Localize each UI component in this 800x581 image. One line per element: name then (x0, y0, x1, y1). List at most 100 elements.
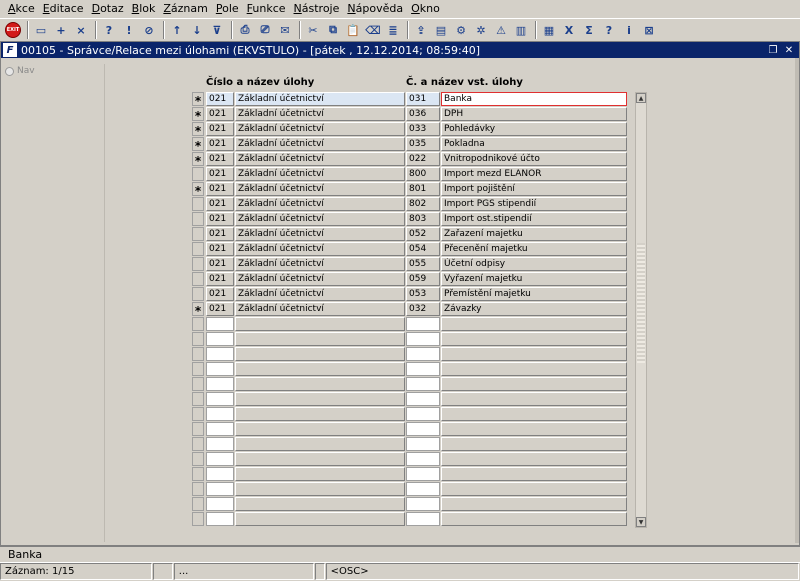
record-indicator[interactable] (192, 257, 204, 271)
record-indicator[interactable] (192, 287, 204, 301)
cell-in-code[interactable]: 055 (406, 257, 440, 271)
cancel-query-button[interactable]: ⊘ (140, 21, 158, 39)
cell-code[interactable]: 021 (206, 197, 234, 211)
cell-code[interactable] (206, 392, 234, 406)
record-indicator[interactable]: * (192, 302, 204, 318)
record-indicator[interactable] (192, 452, 204, 466)
cell-code[interactable] (206, 347, 234, 361)
record-indicator[interactable] (192, 332, 204, 346)
cell-in-name[interactable] (441, 407, 627, 421)
cell-code[interactable] (206, 437, 234, 451)
record-indicator[interactable]: * (192, 107, 204, 123)
cell-code[interactable]: 021 (206, 302, 234, 316)
cell-code[interactable]: 021 (206, 257, 234, 271)
cell-name[interactable]: Základní účetnictví (235, 227, 405, 241)
cell-in-code[interactable]: 800 (406, 167, 440, 181)
cell-in-name[interactable]: Účetní odpisy (441, 257, 627, 271)
cell-in-code[interactable] (406, 317, 440, 331)
close-window-button[interactable]: ⊠ (640, 21, 658, 39)
cell-in-code[interactable] (406, 497, 440, 511)
cell-code[interactable]: 021 (206, 242, 234, 256)
cell-name[interactable] (235, 452, 405, 466)
document-button[interactable]: ▤ (432, 21, 450, 39)
cell-name[interactable]: Základní účetnictví (235, 242, 405, 256)
cell-name[interactable] (235, 332, 405, 346)
cell-name[interactable] (235, 347, 405, 361)
cell-in-code[interactable] (406, 377, 440, 391)
cell-in-code[interactable]: 033 (406, 122, 440, 136)
cell-name[interactable]: Základní účetnictví (235, 272, 405, 286)
cell-in-code[interactable] (406, 512, 440, 526)
cell-code[interactable]: 021 (206, 107, 234, 121)
cut-button[interactable]: ✂ (304, 21, 322, 39)
cell-name[interactable]: Základní účetnictví (235, 92, 405, 106)
cell-name[interactable]: Základní účetnictví (235, 182, 405, 196)
print-preview-button[interactable]: ⎚ (256, 21, 274, 39)
help-button[interactable]: ? (600, 21, 618, 39)
cell-in-name[interactable] (441, 482, 627, 496)
cell-code[interactable] (206, 362, 234, 376)
print-button[interactable]: ⎙ (236, 21, 254, 39)
cell-in-code[interactable]: 802 (406, 197, 440, 211)
cell-in-name[interactable]: DPH (441, 107, 627, 121)
warning-button[interactable]: ⚠ (492, 21, 510, 39)
cell-in-name[interactable]: Zařazení majetku (441, 227, 627, 241)
cell-code[interactable]: 021 (206, 182, 234, 196)
cell-code[interactable] (206, 422, 234, 436)
record-indicator[interactable]: * (192, 122, 204, 138)
cell-in-name[interactable]: Import mezd ELANOR (441, 167, 627, 181)
cell-code[interactable] (206, 377, 234, 391)
insert-record-button[interactable]: + (52, 21, 70, 39)
enter-query-button[interactable]: ? (100, 21, 118, 39)
cell-code[interactable]: 021 (206, 137, 234, 151)
menu-item[interactable]: Funkce (243, 0, 290, 18)
menu-item[interactable]: Dotaz (88, 0, 128, 18)
export-button[interactable]: ⇪ (412, 21, 430, 39)
close-window-button[interactable]: ✕ (783, 44, 795, 56)
record-indicator[interactable] (192, 272, 204, 286)
cell-name[interactable]: Základní účetnictví (235, 167, 405, 181)
nav-toggle[interactable]: Nav (5, 66, 104, 76)
record-indicator[interactable] (192, 422, 204, 436)
cell-name[interactable]: Základní účetnictví (235, 107, 405, 121)
cell-code[interactable] (206, 467, 234, 481)
record-indicator[interactable] (192, 377, 204, 391)
cell-in-name[interactable] (441, 497, 627, 511)
record-indicator[interactable] (192, 167, 204, 181)
record-indicator[interactable] (192, 497, 204, 511)
menu-item[interactable]: Nástroje (290, 0, 344, 18)
scroll-grip[interactable] (637, 243, 645, 363)
sort-asc-button[interactable]: ↑ (168, 21, 186, 39)
record-indicator[interactable]: * (192, 92, 204, 108)
cell-in-name[interactable]: Vnitropodnikové účto (441, 152, 627, 166)
cell-in-name[interactable] (441, 512, 627, 526)
cell-code[interactable]: 021 (206, 122, 234, 136)
cell-name[interactable] (235, 407, 405, 421)
cell-in-name[interactable]: Import pojištění (441, 182, 627, 196)
cell-code[interactable]: 021 (206, 227, 234, 241)
cell-code[interactable]: 021 (206, 287, 234, 301)
cell-in-code[interactable]: 059 (406, 272, 440, 286)
cell-code[interactable] (206, 407, 234, 421)
cell-name[interactable]: Základní účetnictví (235, 212, 405, 226)
cell-name[interactable]: Základní účetnictví (235, 152, 405, 166)
cell-in-name[interactable] (441, 377, 627, 391)
record-indicator[interactable] (192, 227, 204, 241)
scroll-down-button[interactable]: ▼ (636, 517, 646, 527)
cell-in-code[interactable]: 052 (406, 227, 440, 241)
cell-name[interactable]: Základní účetnictví (235, 257, 405, 271)
cell-name[interactable]: Základní účetnictví (235, 137, 405, 151)
cell-in-code[interactable] (406, 467, 440, 481)
cell-in-code[interactable] (406, 482, 440, 496)
cell-in-code[interactable]: 801 (406, 182, 440, 196)
record-indicator[interactable] (192, 362, 204, 376)
cell-code[interactable] (206, 332, 234, 346)
cell-in-name[interactable] (441, 392, 627, 406)
cell-in-name[interactable] (441, 452, 627, 466)
chart-button[interactable]: ▥ (512, 21, 530, 39)
cell-code[interactable] (206, 482, 234, 496)
grid-scrollbar[interactable]: ▲ ▼ (635, 92, 647, 528)
settings-button[interactable]: ⚙ (452, 21, 470, 39)
cell-code[interactable]: 021 (206, 92, 234, 106)
record-indicator[interactable] (192, 347, 204, 361)
